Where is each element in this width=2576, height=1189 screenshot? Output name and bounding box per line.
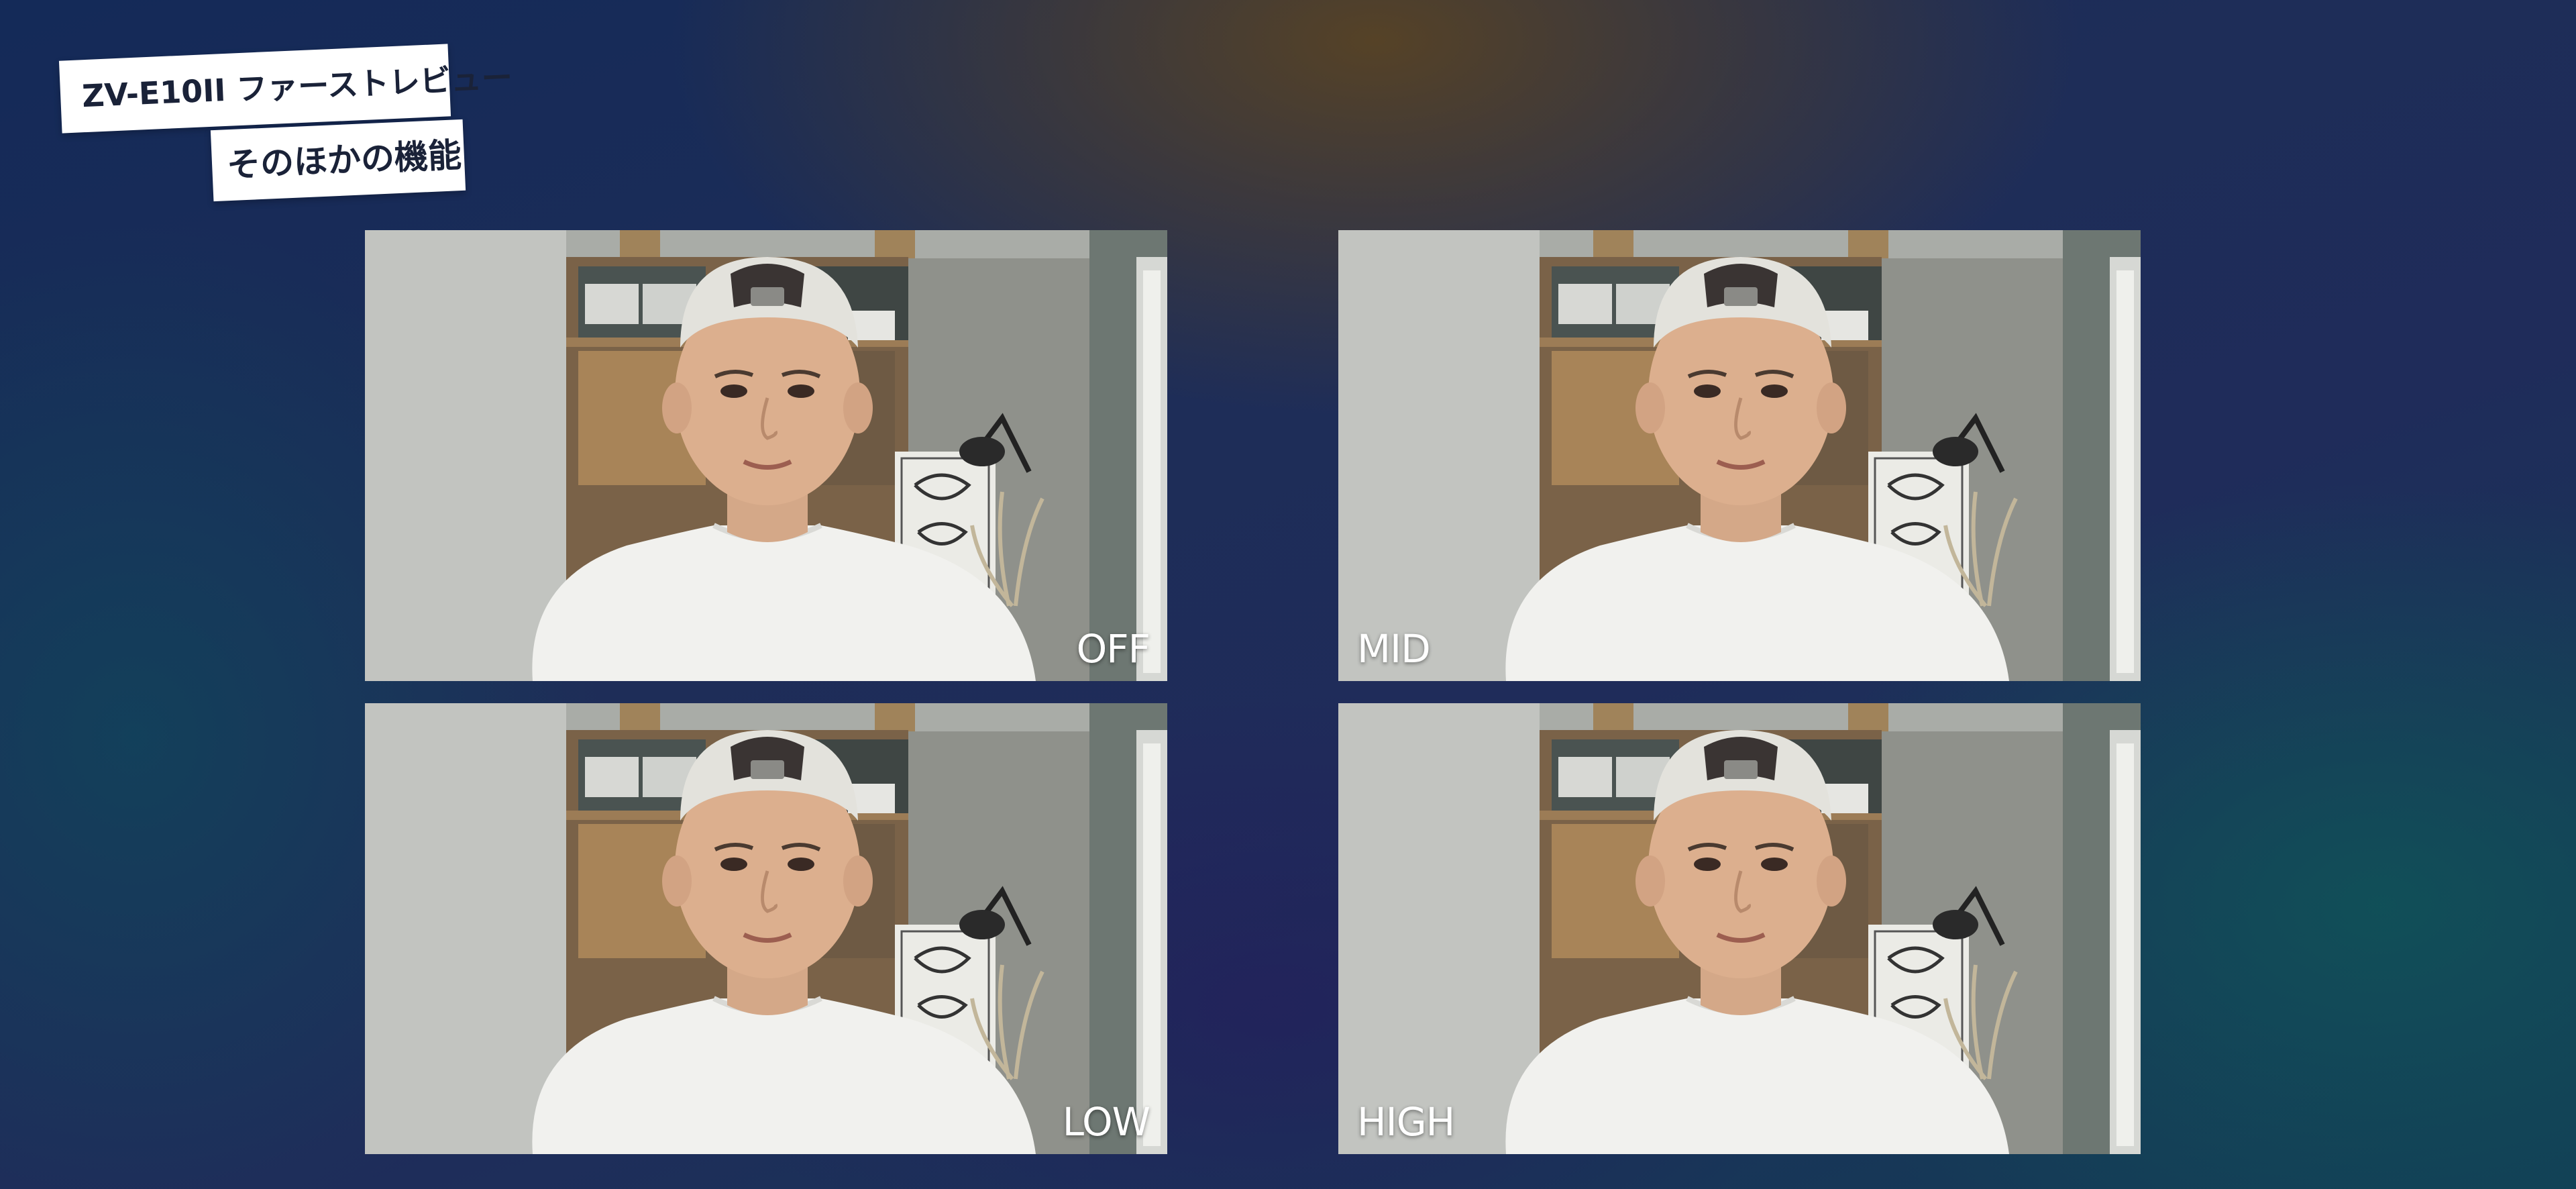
photo-label: LOW: [1062, 1099, 1150, 1145]
photo-label: OFF: [1076, 626, 1150, 672]
photo-mid: MID: [1338, 230, 2141, 681]
photo-image: [1338, 230, 2141, 681]
photo-off: OFF: [365, 230, 1167, 681]
photo-image: [1338, 703, 2141, 1154]
photo-high: HIGH: [1338, 703, 2141, 1154]
photo-image: [365, 230, 1167, 681]
photo-image: [365, 703, 1167, 1154]
photo-label: HIGH: [1357, 1099, 1455, 1145]
comparison-grid: OFF MID LOW HIGH: [0, 0, 2576, 1189]
photo-low: LOW: [365, 703, 1167, 1154]
photo-label: MID: [1357, 626, 1431, 672]
